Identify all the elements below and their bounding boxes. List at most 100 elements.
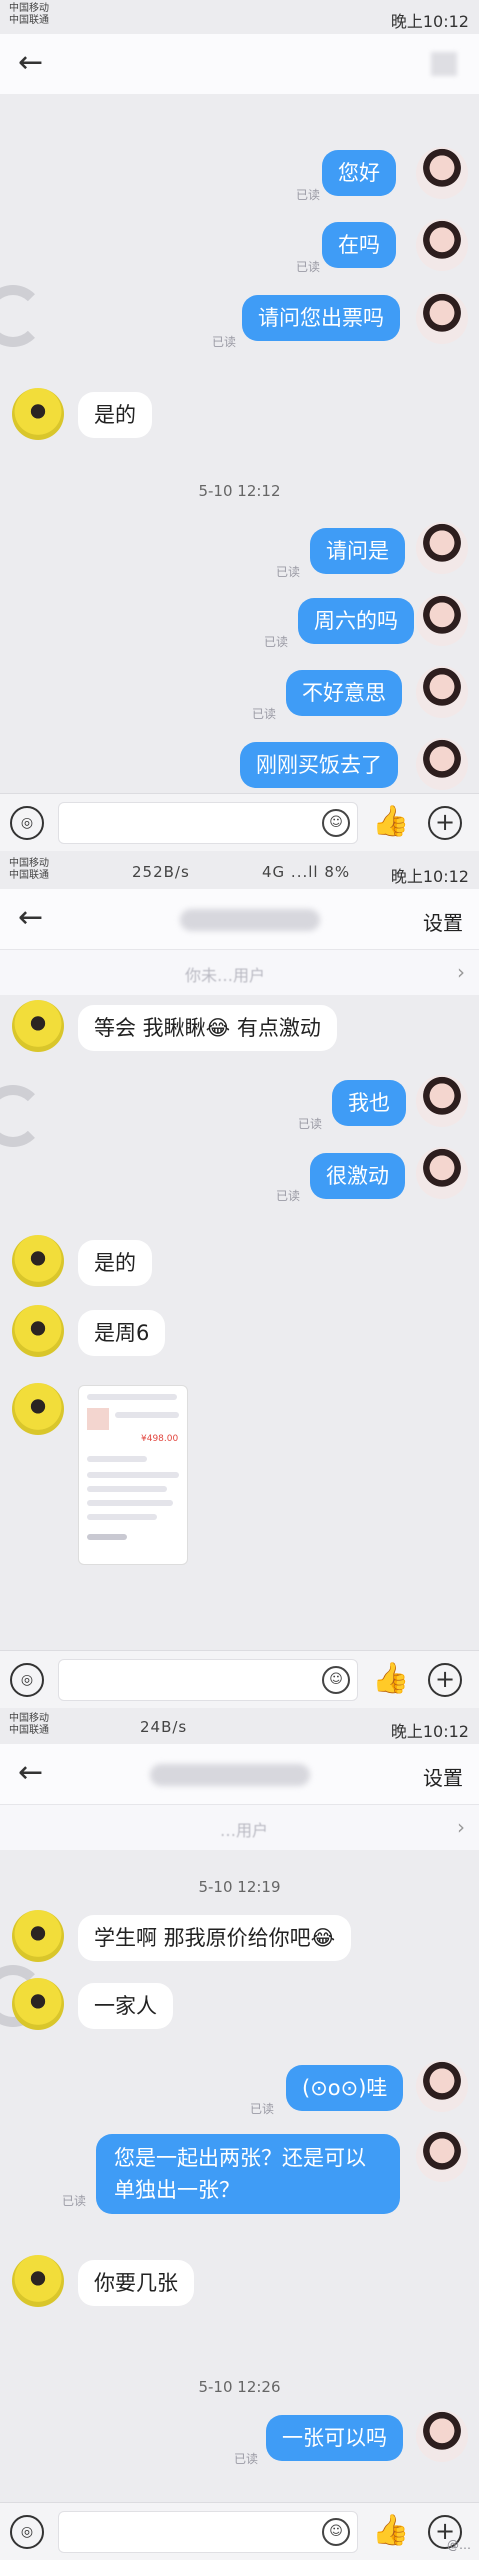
image-message[interactable]: ¥498.00 — [78, 1385, 188, 1565]
message-bubble-incoming[interactable]: 是的 — [78, 392, 152, 438]
avatar[interactable] — [12, 1978, 64, 2030]
carrier-line-1: 中国移动 — [9, 3, 49, 14]
message-bubble-outgoing[interactable]: 在吗 — [322, 222, 396, 268]
image-content — [115, 1412, 179, 1418]
message-bubble-incoming[interactable]: 一家人 — [78, 1983, 173, 2029]
chat-header: ← 设置 — [0, 1744, 479, 1804]
avatar[interactable] — [12, 2255, 64, 2307]
image-content — [87, 1500, 173, 1506]
net-speed: 252B/s — [132, 863, 190, 881]
carrier-line-1: 中国移动 — [9, 1713, 49, 1724]
notice-bar[interactable]: 你未…用户 › — [0, 949, 479, 995]
loading-spinner-icon — [0, 1085, 44, 1147]
avatar[interactable] — [416, 2410, 468, 2462]
message-bubble-outgoing[interactable]: 我也 — [332, 1080, 406, 1126]
timestamp: 5-10 12:19 — [198, 1878, 281, 1896]
message-bubble-incoming[interactable]: 你要几张 — [78, 2260, 194, 2306]
emoji-icon[interactable]: ☺ — [322, 809, 350, 837]
back-arrow-icon[interactable]: ← — [18, 48, 43, 78]
chat-screenshot-collage: 中国移动 中国联通 晚上10:12 ← 您好 已读 在吗 已读 请问您出票吗 已… — [0, 0, 479, 2560]
status-time: 晚上10:12 — [390, 12, 469, 31]
status-bar: 中国移动 中国联通 晚上10:12 — [0, 0, 479, 34]
emoji-icon[interactable]: ☺ — [322, 2518, 350, 2546]
message-input-bar: ◎ ☺ 👍 + — [0, 1650, 479, 1708]
thumbs-up-icon[interactable]: 👍 — [372, 1659, 409, 1699]
read-receipt: 已读 — [234, 2452, 259, 2466]
back-arrow-icon[interactable]: ← — [18, 1758, 43, 1788]
avatar[interactable] — [416, 594, 468, 646]
message-bubble-outgoing[interactable]: 您好 — [322, 150, 396, 196]
image-content — [87, 1456, 147, 1462]
avatar[interactable] — [12, 1235, 64, 1287]
read-receipt: 已读 — [296, 260, 321, 274]
image-content — [87, 1486, 167, 1492]
plus-icon[interactable]: + — [428, 1663, 462, 1697]
image-content — [87, 1394, 177, 1400]
message-bubble-outgoing[interactable]: 周六的吗 — [298, 598, 414, 644]
thumbs-up-icon[interactable]: 👍 — [372, 2511, 409, 2551]
back-arrow-icon[interactable]: ← — [18, 903, 43, 933]
plus-icon[interactable]: + — [428, 806, 462, 840]
carrier-label: 中国移动 中国联通 — [9, 858, 49, 882]
carrier-line-2: 中国联通 — [9, 870, 49, 881]
avatar[interactable] — [12, 1000, 64, 1052]
avatar[interactable] — [416, 738, 468, 790]
carrier-label: 中国移动 中国联通 — [9, 1713, 49, 1737]
avatar[interactable] — [12, 388, 64, 440]
avatar[interactable] — [416, 292, 468, 344]
avatar[interactable] — [416, 2130, 468, 2182]
message-bubble-incoming[interactable]: 是的 — [78, 1240, 152, 1286]
avatar[interactable] — [416, 666, 468, 718]
avatar[interactable] — [416, 219, 468, 271]
emoji-icon[interactable]: ☺ — [322, 1666, 350, 1694]
read-receipt: 已读 — [62, 2194, 87, 2208]
read-receipt: 已读 — [250, 2102, 275, 2116]
message-bubble-outgoing[interactable]: 很激动 — [310, 1153, 405, 1199]
message-bubble-incoming[interactable]: 是周6 — [78, 1310, 166, 1356]
status-time: 晚上10:12 — [390, 1722, 469, 1741]
message-bubble-outgoing[interactable]: 不好意思 — [286, 670, 402, 716]
message-bubble-outgoing[interactable]: 刚刚买饭去了 — [240, 742, 398, 788]
chat-panel-3: 中国移动 中国联通 24B/s 晚上10:12 ← 设置 …用户 › 5-10 … — [0, 1710, 479, 2560]
avatar[interactable] — [416, 1075, 468, 1127]
notice-bar[interactable]: …用户 › — [0, 1804, 479, 1850]
settings-button[interactable]: 设置 — [423, 1762, 463, 1791]
notice-text: …用户 — [220, 1821, 269, 1840]
read-receipt: 已读 — [298, 1117, 323, 1131]
settings-button[interactable]: 设置 — [423, 907, 463, 936]
avatar[interactable] — [416, 1147, 468, 1199]
timestamp: 5-10 12:12 — [198, 482, 281, 500]
message-bubble-outgoing[interactable]: 您是一起出两张？还是可以单独出一张？ — [96, 2134, 400, 2214]
message-bubble-outgoing[interactable]: 请问是 — [310, 528, 405, 574]
voice-icon[interactable]: ◎ — [10, 2515, 44, 2549]
avatar[interactable] — [416, 2060, 468, 2112]
voice-icon[interactable]: ◎ — [10, 1663, 44, 1697]
carrier-line-1: 中国移动 — [9, 858, 49, 869]
message-input[interactable] — [58, 802, 358, 844]
message-bubble-outgoing[interactable]: 一张可以吗 — [266, 2415, 403, 2461]
thumbs-up-icon[interactable]: 👍 — [372, 802, 409, 842]
read-receipt: 已读 — [252, 707, 277, 721]
chat-panel-2: 中国移动 中国联通 252B/s 4G ...ll 8% 晚上10:12 ← 设… — [0, 855, 479, 1710]
message-bubble-outgoing[interactable]: (⊙o⊙)哇 — [286, 2065, 404, 2111]
message-bubble-incoming[interactable]: 等会 我瞅瞅😂 有点激动 — [78, 1005, 337, 1051]
avatar[interactable] — [12, 1383, 64, 1435]
voice-icon[interactable]: ◎ — [10, 806, 44, 840]
image-content — [87, 1514, 157, 1520]
message-bubble-incoming[interactable]: 学生啊 那我原价给你吧😂 — [78, 1915, 352, 1961]
image-content — [87, 1472, 179, 1478]
read-receipt: 已读 — [296, 188, 321, 202]
avatar[interactable] — [12, 1305, 64, 1357]
message-input[interactable] — [58, 1659, 358, 1701]
loading-spinner-icon — [0, 285, 44, 347]
timestamp: 5-10 12:26 — [198, 2378, 281, 2396]
avatar[interactable] — [416, 522, 468, 574]
signal-indicator: 4G ...ll 8% — [262, 863, 351, 881]
avatar[interactable] — [12, 1910, 64, 1962]
message-bubble-outgoing[interactable]: 请问您出票吗 — [242, 295, 400, 341]
contact-name-blurred — [150, 1764, 310, 1786]
carrier-label: 中国移动 中国联通 — [9, 3, 49, 27]
image-content — [87, 1534, 127, 1540]
avatar[interactable] — [416, 147, 468, 199]
message-input[interactable] — [58, 2511, 358, 2553]
